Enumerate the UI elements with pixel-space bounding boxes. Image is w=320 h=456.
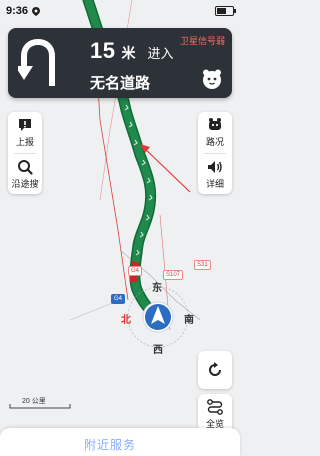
u-turn-icon (18, 38, 55, 86)
traffic-icon (209, 117, 221, 130)
refresh-icon (209, 362, 221, 376)
clock: 9:36 (6, 5, 29, 17)
compass-east: 东 (152, 283, 162, 294)
road-badge: G4 (128, 266, 143, 276)
volume-icon (208, 160, 222, 173)
road-badge: S31 (194, 260, 211, 270)
traffic-label: 路况 (205, 136, 224, 147)
overview-icon (207, 398, 223, 415)
voice-detail-label: 详细 (205, 178, 224, 189)
right-tool-group: 路况 详细 (198, 112, 232, 194)
bottom-panel-text: 附近服务 (84, 438, 137, 452)
compass-north: 北 (121, 315, 131, 326)
left-tool-group: 上报 沿途搜 (8, 112, 42, 194)
report-icon (19, 118, 31, 131)
search-along-route-label: 沿途搜 (11, 178, 39, 189)
turn-distance: 15 (90, 38, 116, 63)
turn-action: 进入 (147, 46, 174, 61)
refresh-route-button[interactable] (198, 351, 232, 389)
voice-detail-button[interactable]: 详细 (198, 154, 232, 194)
gps-signal-status: 卫星信号弱 (179, 36, 225, 46)
status-bar: 9:36 (0, 0, 240, 22)
distance-unit: 米 (121, 45, 136, 61)
search-icon (18, 159, 33, 175)
compass-west: 西 (153, 345, 163, 356)
compass-south: 南 (184, 315, 194, 326)
road-badge: S107 (163, 270, 184, 280)
bottom-panel[interactable]: 附近服务 (0, 428, 240, 456)
guidance-card: 15 米 进入 无名道路 卫星信号弱 (8, 28, 232, 98)
road-badge: G4 (111, 294, 126, 304)
map-scale: 20 公里 (22, 398, 46, 405)
traffic-button[interactable]: 路况 (198, 112, 232, 152)
location-status-icon (32, 6, 41, 16)
report-button[interactable]: 上报 (8, 112, 42, 152)
report-label: 上报 (15, 136, 34, 147)
battery-icon (215, 6, 236, 16)
voice-assistant-icon[interactable] (201, 68, 223, 90)
search-along-route-button[interactable]: 沿途搜 (8, 154, 42, 194)
next-road-name: 无名道路 (90, 75, 151, 92)
